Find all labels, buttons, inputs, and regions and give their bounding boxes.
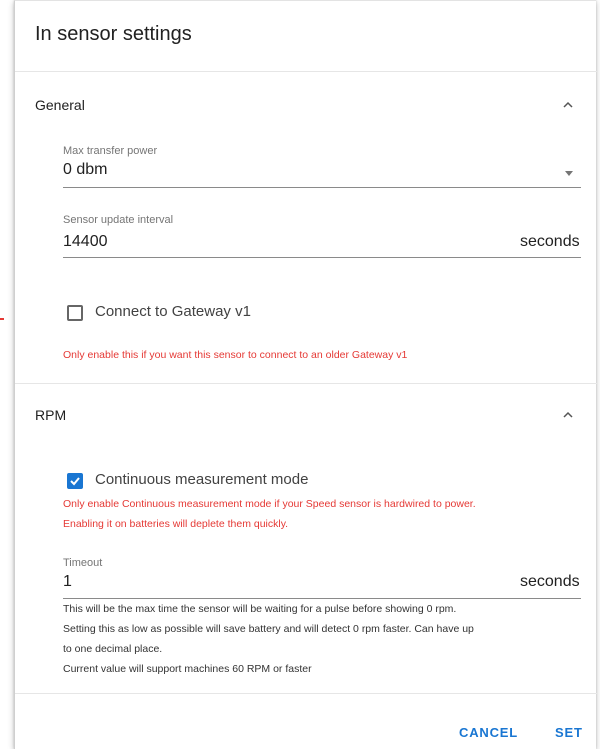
max-power-underline (63, 187, 581, 188)
check-icon (70, 477, 80, 486)
timeout-help-line4: Current value will support machines 60 R… (63, 663, 312, 675)
rpm-panel-header[interactable]: RPM (15, 395, 597, 435)
background-mark (0, 318, 4, 320)
continuous-warning-line2: Enabling it on batteries will deplete th… (63, 518, 289, 530)
actions-divider (15, 693, 597, 694)
continuous-mode-checkbox[interactable] (67, 473, 83, 489)
update-interval-underline (63, 257, 581, 258)
dropdown-arrow-icon[interactable] (565, 171, 573, 176)
dialog-title: In sensor settings (35, 23, 192, 45)
chevron-up-icon[interactable] (561, 98, 575, 112)
background-strip (0, 0, 14, 749)
panel-divider (15, 383, 597, 384)
timeout-help-line1: This will be the max time the sensor wil… (63, 603, 457, 615)
rpm-panel-title: RPM (35, 407, 67, 423)
timeout-help-line3: to one decimal place. (63, 643, 163, 655)
max-power-label: Max transfer power (63, 145, 158, 157)
sensor-settings-dialog: In sensor settings General Max transfer … (14, 0, 597, 749)
timeout-input[interactable]: 1 (63, 573, 72, 591)
set-button[interactable]: SET (555, 725, 583, 740)
gateway-checkbox[interactable] (67, 305, 83, 321)
timeout-suffix: seconds (520, 573, 580, 590)
general-panel-title: General (35, 97, 85, 113)
cancel-button[interactable]: CANCEL (459, 725, 518, 740)
update-interval-suffix: seconds (520, 233, 580, 250)
continuous-warning-line1: Only enable Continuous measurement mode … (63, 498, 476, 510)
chevron-up-icon[interactable] (561, 408, 575, 422)
max-power-select[interactable]: 0 dbm (63, 161, 107, 179)
update-interval-input[interactable]: 14400 (63, 233, 108, 251)
timeout-label: Timeout (63, 557, 103, 569)
continuous-mode-label[interactable]: Continuous measurement mode (95, 471, 308, 488)
gateway-warning-text: Only enable this if you want this sensor… (63, 349, 408, 361)
gateway-checkbox-label[interactable]: Connect to Gateway v1 (95, 303, 251, 320)
title-divider (15, 71, 597, 72)
update-interval-label: Sensor update interval (63, 214, 174, 226)
timeout-help-line2: Setting this as low as possible will sav… (63, 623, 474, 635)
general-panel-header[interactable]: General (15, 85, 597, 125)
